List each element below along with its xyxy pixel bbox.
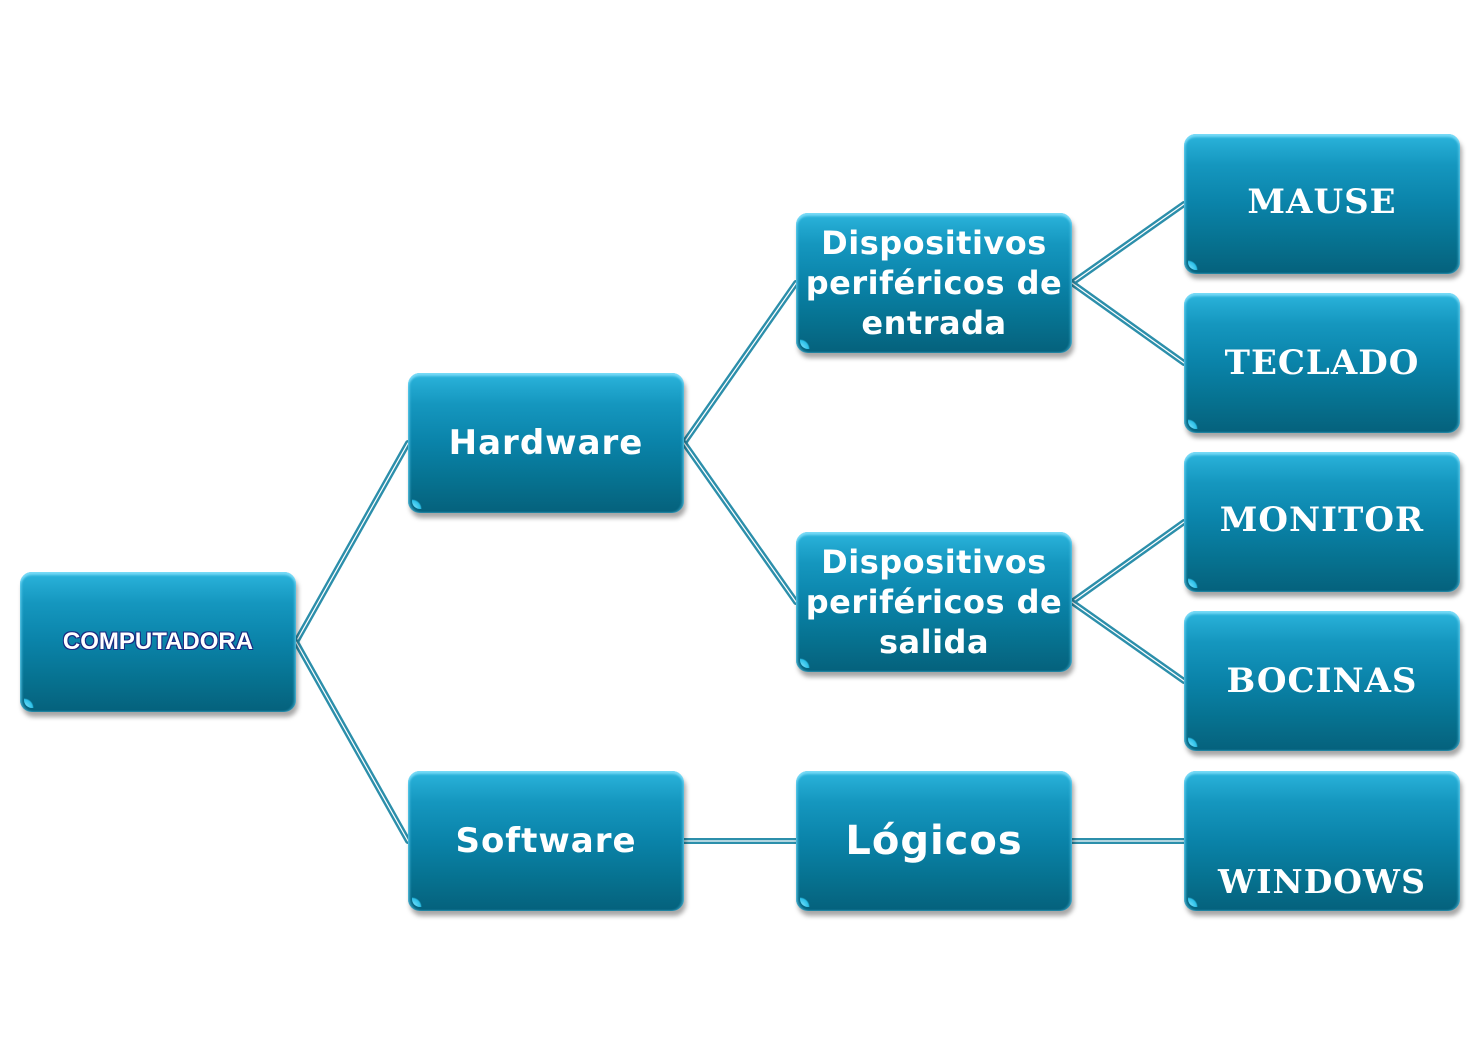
node-windows-label: WINDOWS bbox=[1218, 862, 1426, 901]
node-windows[interactable]: WINDOWS bbox=[1184, 771, 1460, 911]
node-salida-line2: periféricos de bbox=[805, 583, 1063, 621]
node-entrada-line3: entrada bbox=[861, 304, 1007, 342]
node-dispositivos-entrada-label: Dispositivos periféricos de entrada bbox=[806, 223, 1062, 343]
node-computadora[interactable]: COMPUTADORA bbox=[20, 572, 296, 712]
node-dispositivos-salida-label: Dispositivos periféricos de salida bbox=[806, 542, 1062, 662]
node-teclado-label: TECLADO bbox=[1224, 343, 1420, 383]
node-entrada-line2: periféricos de bbox=[805, 264, 1063, 302]
connector-salida-bocinas bbox=[1069, 599, 1187, 684]
node-salida-line3: salida bbox=[878, 623, 990, 661]
node-entrada-line1: Dispositivos bbox=[821, 224, 1047, 262]
connector-root-software bbox=[293, 639, 411, 844]
connector-salida-monitor bbox=[1069, 519, 1187, 605]
node-software-label: Software bbox=[455, 821, 637, 861]
node-logicos-label: Lógicos bbox=[845, 818, 1023, 864]
node-dispositivos-salida[interactable]: Dispositivos periféricos de salida bbox=[796, 532, 1072, 672]
node-hardware[interactable]: Hardware bbox=[408, 373, 684, 513]
node-monitor[interactable]: MONITOR bbox=[1184, 452, 1460, 592]
connector-hardware-entrada bbox=[681, 280, 799, 446]
node-salida-line1: Dispositivos bbox=[821, 543, 1047, 581]
connector-entrada-mause bbox=[1069, 201, 1187, 286]
connector-entrada-teclado bbox=[1069, 280, 1187, 366]
node-computadora-label: COMPUTADORA bbox=[62, 628, 254, 655]
node-monitor-label: MONITOR bbox=[1219, 500, 1425, 540]
node-mause-label: MAUSE bbox=[1247, 182, 1397, 222]
node-mause[interactable]: MAUSE bbox=[1184, 134, 1460, 274]
node-bocinas[interactable]: BOCINAS bbox=[1184, 611, 1460, 751]
node-dispositivos-entrada[interactable]: Dispositivos periféricos de entrada bbox=[796, 213, 1072, 353]
node-software[interactable]: Software bbox=[408, 771, 684, 911]
node-bocinas-label: BOCINAS bbox=[1226, 661, 1418, 701]
connector-root-hardware bbox=[293, 440, 411, 645]
connector-hardware-salida bbox=[681, 440, 799, 605]
node-hardware-label: Hardware bbox=[448, 423, 644, 463]
node-logicos[interactable]: Lógicos bbox=[796, 771, 1072, 911]
node-teclado[interactable]: TECLADO bbox=[1184, 293, 1460, 433]
